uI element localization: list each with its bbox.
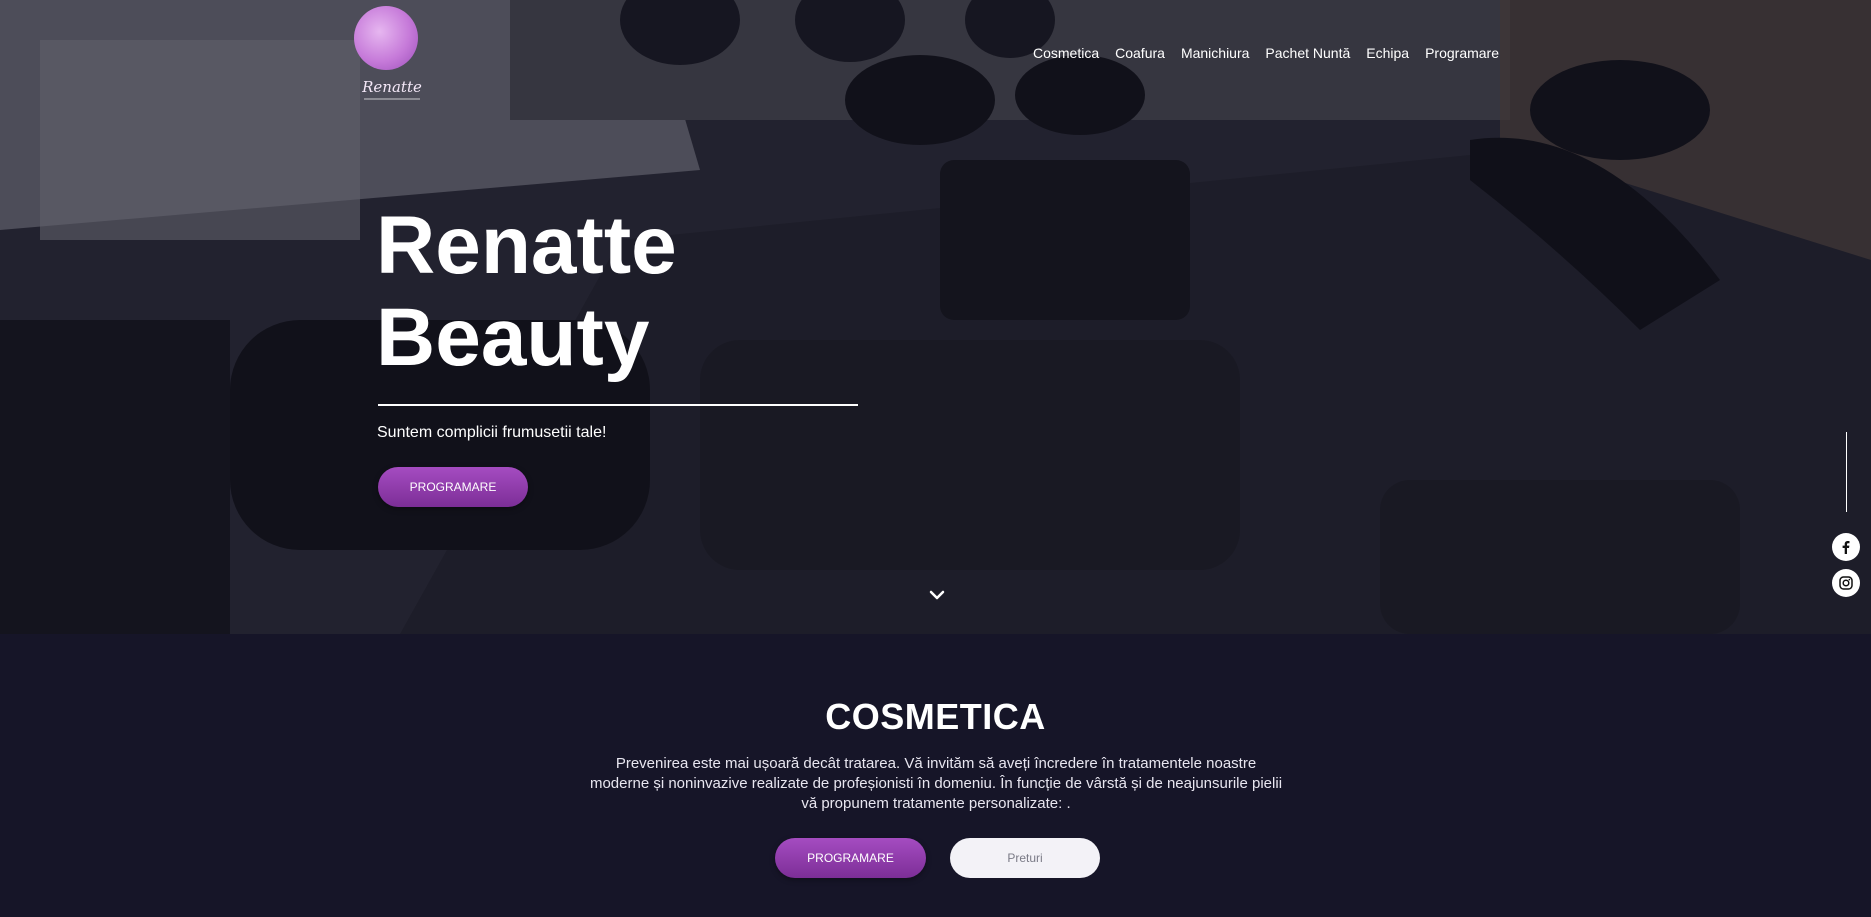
- instagram-icon: [1839, 576, 1853, 590]
- section-programare-button[interactable]: PROGRAMARE: [775, 838, 926, 878]
- hero-title: Renatte Beauty: [376, 200, 677, 384]
- chevron-down-icon[interactable]: [928, 586, 946, 604]
- hero-overlay: [0, 0, 1871, 634]
- preturi-button[interactable]: Preturi: [950, 838, 1100, 878]
- hero-title-line1: Renatte: [376, 200, 677, 291]
- nav-item-programare[interactable]: Programare: [1425, 45, 1499, 61]
- facebook-link[interactable]: [1832, 533, 1860, 561]
- page: Renatte Cosmetica Coafura Manichiura Pac…: [0, 0, 1871, 917]
- hero-section: Renatte Cosmetica Coafura Manichiura Pac…: [0, 0, 1871, 634]
- hero-subtitle: Suntem complicii frumusetii tale!: [377, 424, 607, 441]
- nav-item-coafura[interactable]: Coafura: [1115, 45, 1165, 61]
- hero-divider: [378, 404, 858, 406]
- nav-item-echipa[interactable]: Echipa: [1366, 45, 1409, 61]
- main-nav: Cosmetica Coafura Manichiura Pachet Nunt…: [1033, 45, 1499, 61]
- hero-title-line2: Beauty: [376, 292, 650, 383]
- logo-emblem-icon: [354, 6, 418, 70]
- social-divider: [1846, 432, 1847, 512]
- section-description: Prevenirea este mai ușoară decât tratare…: [589, 755, 1283, 812]
- instagram-link[interactable]: [1832, 569, 1860, 597]
- nav-item-pachet-nunta[interactable]: Pachet Nuntă: [1265, 45, 1350, 61]
- logo-tagline: [364, 98, 420, 100]
- hero-programare-button[interactable]: PROGRAMARE: [378, 467, 528, 507]
- nav-item-cosmetica[interactable]: Cosmetica: [1033, 45, 1099, 61]
- nav-item-manichiura[interactable]: Manichiura: [1181, 45, 1249, 61]
- section-title: COSMETICA: [825, 696, 1046, 737]
- facebook-icon: [1842, 541, 1850, 554]
- logo-text: Renatte: [362, 78, 422, 96]
- logo[interactable]: Renatte: [352, 6, 424, 102]
